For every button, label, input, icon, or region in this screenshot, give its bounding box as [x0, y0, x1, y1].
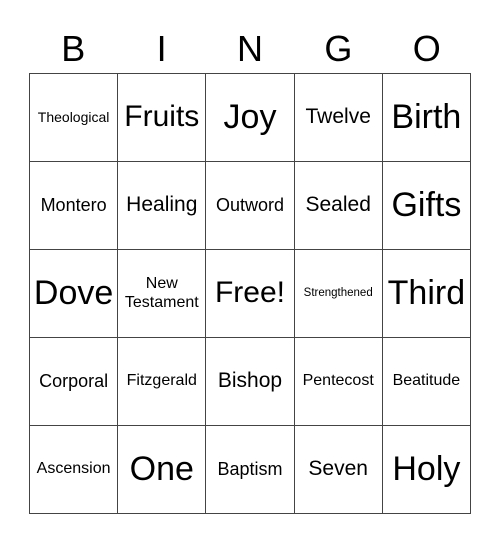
bingo-card-grid: Theological Fruits Joy Twelve Birth Montero He…	[29, 73, 471, 514]
bingo-cell[interactable]: Ascension	[30, 426, 119, 514]
bingo-cell[interactable]: Third	[382, 250, 471, 338]
bingo-cell[interactable]: Pentecost	[294, 338, 383, 426]
bingo-cell[interactable]: Holy	[382, 426, 471, 514]
bingo-cell[interactable]: Dove	[30, 250, 119, 338]
bingo-cell[interactable]: Fruits	[118, 74, 207, 162]
bingo-cell[interactable]: Seven	[294, 426, 383, 514]
bingo-cell[interactable]: New Testament	[118, 250, 207, 338]
bingo-cell[interactable]: Joy	[206, 74, 295, 162]
bingo-cell[interactable]: Beatitude	[382, 338, 471, 426]
free-space-cell[interactable]: Free!	[206, 250, 295, 338]
header-letter-b: B	[61, 28, 86, 69]
bingo-cell[interactable]: Sealed	[294, 162, 383, 250]
bingo-cell[interactable]: Fitzgerald	[118, 338, 207, 426]
bingo-cell[interactable]: Gifts	[382, 162, 471, 250]
header-letter-g: G	[324, 28, 353, 69]
bingo-cell[interactable]: Strengthened	[294, 250, 383, 338]
header-letter-o: O	[412, 28, 441, 69]
bingo-header: B I N G O	[29, 26, 471, 72]
bingo-cell[interactable]: Bishop	[206, 338, 295, 426]
bingo-cell[interactable]: Twelve	[294, 74, 383, 162]
bingo-cell[interactable]: One	[118, 426, 207, 514]
bingo-cell[interactable]: Baptism	[206, 426, 295, 514]
bingo-cell[interactable]: Theological	[30, 74, 119, 162]
bingo-cell[interactable]: Corporal	[30, 338, 119, 426]
header-letter-i: I	[156, 28, 167, 69]
header-letter-n: N	[236, 28, 263, 69]
bingo-cell[interactable]: Outword	[206, 162, 295, 250]
bingo-cell[interactable]: Healing	[118, 162, 207, 250]
bingo-cell[interactable]: Birth	[382, 74, 471, 162]
bingo-cell[interactable]: Montero	[30, 162, 119, 250]
